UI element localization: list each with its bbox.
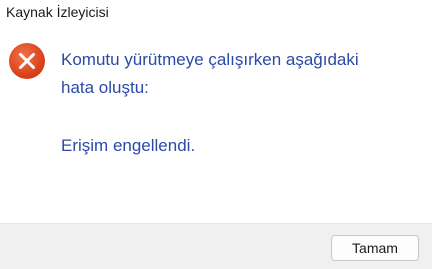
title-bar: Kaynak İzleyicisi: [0, 0, 432, 27]
error-dialog: Kaynak İzleyicisi Komutu yürütmeye çalış…: [0, 0, 432, 269]
error-message-line-1: Komutu yürütmeye çalışırken aşağıdaki: [61, 50, 359, 69]
error-message: Komutu yürütmeye çalışırken aşağıdaki ha…: [61, 46, 421, 102]
error-detail: Erişim engellendi.: [61, 136, 196, 155]
window-title: Kaynak İzleyicisi: [6, 4, 109, 20]
button-bar: Tamam: [0, 223, 432, 269]
dialog-content: Komutu yürütmeye çalışırken aşağıdaki ha…: [0, 27, 432, 223]
error-icon: [8, 42, 46, 80]
error-message-line-2: hata oluştu:: [61, 78, 149, 97]
ok-button[interactable]: Tamam: [331, 235, 419, 261]
